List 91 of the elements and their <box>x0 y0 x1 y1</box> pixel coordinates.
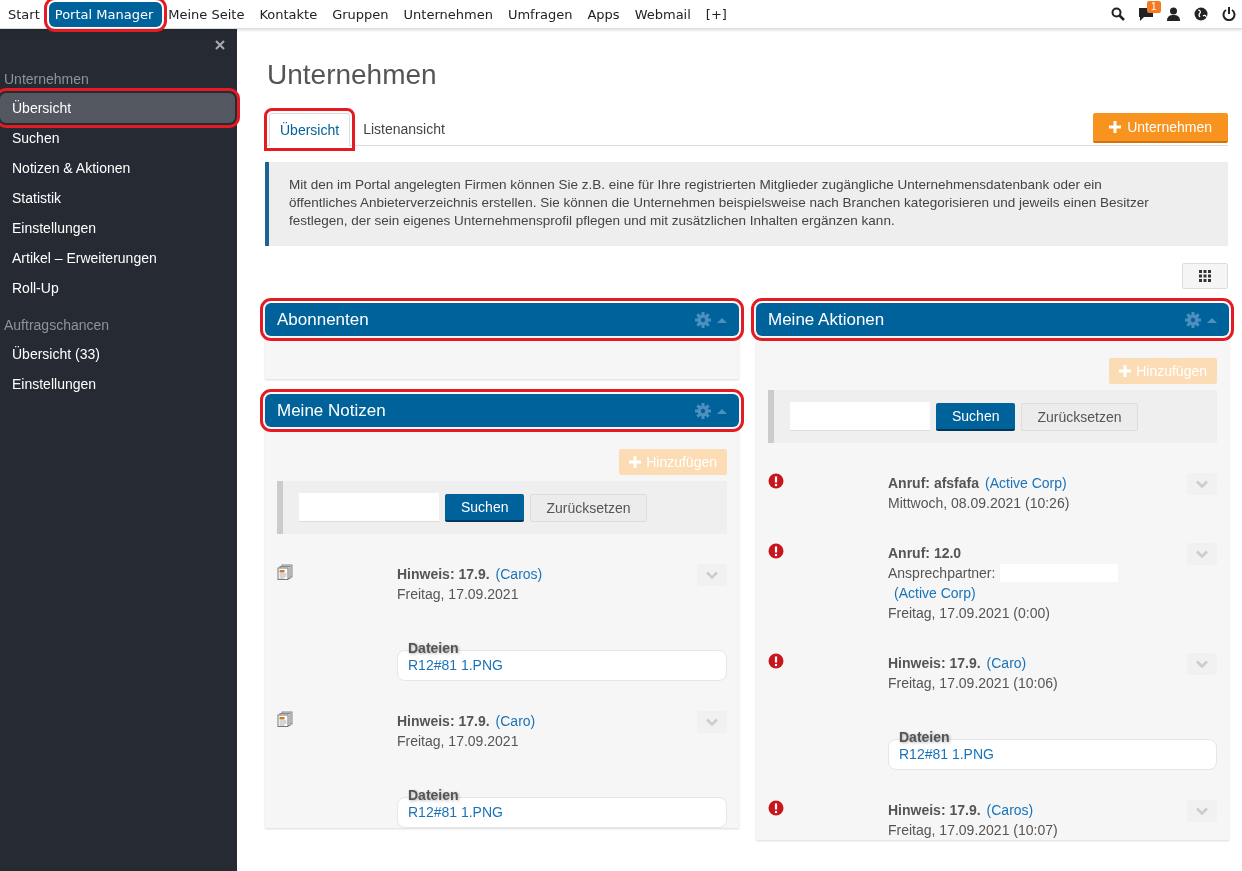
globe-icon[interactable] <box>1194 7 1208 21</box>
sidebar-item[interactable]: Übersicht (33) <box>0 339 237 369</box>
grid-icon <box>1199 270 1211 282</box>
files-label: Dateien <box>898 729 951 745</box>
nav-link[interactable]: Meine Seite <box>162 1 254 27</box>
panel-title: Abonnenten <box>277 309 370 330</box>
search-icon[interactable] <box>1111 7 1125 21</box>
contact-label: Ansprechpartner: <box>888 564 996 583</box>
alert-icon <box>768 473 784 489</box>
chevron-icon <box>706 571 718 579</box>
chevron-icon <box>706 718 718 726</box>
gear-icon[interactable] <box>695 402 711 419</box>
entry-date: Freitag, 17.09.2021 (10:06) <box>888 674 1059 693</box>
sidebar-item[interactable]: Einstellungen <box>0 369 237 399</box>
entry-title: Hinweis: 17.9. <box>397 713 490 729</box>
gear-icon[interactable] <box>1185 311 1201 328</box>
sidebar-item[interactable]: Notizen & Aktionen <box>0 153 237 183</box>
gear-icon[interactable] <box>695 311 711 328</box>
alert-icon <box>768 800 784 816</box>
sidebar-item[interactable]: Suchen <box>0 123 237 153</box>
entry-link[interactable]: (Active Corp) <box>985 475 1067 491</box>
files-label: Dateien <box>407 640 460 656</box>
expand-button[interactable] <box>1187 800 1217 822</box>
search-button[interactable]: Suchen <box>445 493 525 522</box>
entry-title: Anruf: afsfafa <box>888 475 979 491</box>
nav-link[interactable]: Umfragen <box>501 1 582 27</box>
caret-icon[interactable] <box>717 316 727 323</box>
notification-badge: 1 <box>1147 1 1161 13</box>
plus-icon <box>629 456 642 468</box>
entry-date: Freitag, 17.09.2021 <box>397 585 520 604</box>
entry-date: Freitag, 17.09.2021 (10:07) <box>888 821 1059 840</box>
search-button[interactable]: Suchen <box>936 402 1016 431</box>
plus-icon <box>1119 365 1132 377</box>
nav-link[interactable]: Start <box>2 1 49 27</box>
search-field[interactable] <box>790 402 930 431</box>
nav-link[interactable]: [+] <box>699 1 736 27</box>
expand-button[interactable] <box>1187 653 1217 675</box>
nav-link[interactable]: Webmail <box>628 1 700 27</box>
expand-button[interactable] <box>1187 473 1217 495</box>
file-link[interactable]: R12#81 1.PNG <box>408 804 503 820</box>
nav-link[interactable]: Unternehmen <box>397 1 502 27</box>
entry-title: Anruf: 12.0 <box>888 545 962 561</box>
files-label: Dateien <box>407 787 460 803</box>
search-field[interactable] <box>299 493 439 522</box>
expand-button[interactable] <box>697 711 727 733</box>
file-link[interactable]: R12#81 1.PNG <box>899 746 994 762</box>
nav-link[interactable]: Gruppen <box>326 1 398 27</box>
info-text: Mit den im Portal angelegten Firmen können Sie z.B. eine für Ihre registrierten Mitglieder zugängliche Unternehmensdatenbank oder ein öffentliches Anbieterverzeichnis erstellen. Sie können die Unternehmen beispielsweise nach Branchen kategorisieren und jeweils einen Besitzer festlegen, der sein eigenes Unternehmensprofil pflegen und mit zusätzlichen Inhalten ergänzen kann. <box>265 162 1228 246</box>
sidebar-item[interactable]: Einstellungen <box>0 213 237 243</box>
entry-link[interactable]: (Caro) <box>986 655 1027 671</box>
expand-button[interactable] <box>1187 543 1217 565</box>
caret-icon[interactable] <box>717 407 727 414</box>
alert-icon <box>768 653 784 669</box>
entry-link[interactable]: (Caro) <box>495 713 536 729</box>
documents-icon <box>277 711 293 727</box>
sidebar-heading: Unternehmen <box>3 70 90 89</box>
chevron-icon <box>1196 660 1208 668</box>
page-title: Unternehmen <box>267 59 438 91</box>
entry-link[interactable]: (Caros) <box>986 802 1034 818</box>
nav-link[interactable]: Kontakte <box>253 1 327 27</box>
plus-icon <box>1109 121 1122 133</box>
panel-title: Meine Notizen <box>277 400 387 421</box>
nav-link[interactable]: Apps <box>581 1 629 27</box>
panel-title: Meine Aktionen <box>768 309 886 330</box>
sidebar-item[interactable]: Statistik <box>0 183 237 213</box>
entry-title: Hinweis: 17.9. <box>888 802 981 818</box>
entry-date: Freitag, 17.09.2021 (0:00) <box>888 604 1051 623</box>
entry-link[interactable]: (Active Corp) <box>894 583 976 603</box>
chevron-icon <box>1196 550 1208 558</box>
entry-title: Hinweis: 17.9. <box>397 566 490 582</box>
close-icon[interactable] <box>215 40 225 50</box>
sidebar-item[interactable]: Roll-Up <box>0 273 237 303</box>
chevron-icon <box>1196 480 1208 488</box>
sidebar-item[interactable]: Artikel – Erweiterungen <box>0 243 237 273</box>
entry-title: Hinweis: 17.9. <box>888 655 981 671</box>
chevron-icon <box>1196 807 1208 815</box>
entry-link[interactable]: (Caros) <box>495 566 543 582</box>
reset-button[interactable]: Zurücksetzen <box>1021 402 1138 431</box>
tab[interactable]: Listenansicht <box>352 112 456 145</box>
user-icon[interactable] <box>1167 7 1180 21</box>
expand-button[interactable] <box>697 564 727 586</box>
file-link[interactable]: R12#81 1.PNG <box>408 657 503 673</box>
entry-date: Freitag, 17.09.2021 <box>397 732 520 751</box>
caret-icon[interactable] <box>1207 316 1217 323</box>
reset-button[interactable]: Zurücksetzen <box>530 493 647 522</box>
power-icon[interactable] <box>1222 7 1236 21</box>
grid-view-button[interactable] <box>1182 263 1228 289</box>
alert-icon <box>768 543 784 559</box>
sidebar-heading: Auftragschancen <box>3 316 111 335</box>
entry-date: Mittwoch, 08.09.2021 (10:26) <box>888 494 1071 513</box>
documents-icon <box>277 564 293 580</box>
